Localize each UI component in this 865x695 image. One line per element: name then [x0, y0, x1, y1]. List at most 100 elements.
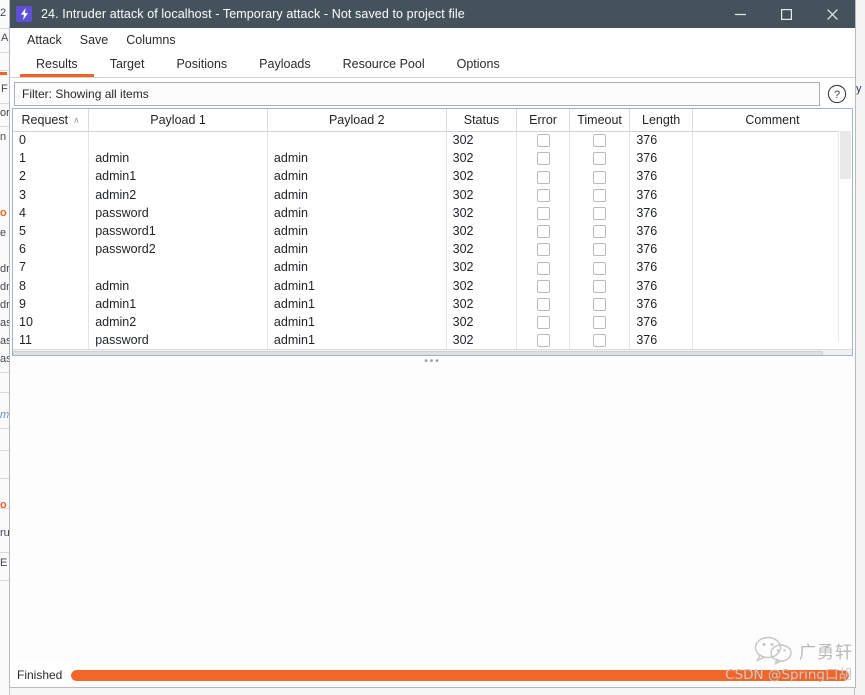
table-row[interactable]: 9 admin1 admin1 302 376: [13, 294, 852, 313]
table-row[interactable]: 11 password admin1 302 376: [13, 331, 852, 350]
error-checkbox[interactable]: [536, 243, 550, 257]
column-header-comment[interactable]: Comment: [692, 109, 852, 132]
table-row[interactable]: 4 password admin 302 376: [13, 203, 852, 222]
cell-error[interactable]: [516, 331, 570, 350]
tab-options[interactable]: Options: [441, 53, 516, 77]
table-row[interactable]: 1 admin admin 302 376: [13, 149, 852, 168]
timeout-checkbox[interactable]: [593, 134, 607, 148]
column-header-payload1[interactable]: Payload 1: [88, 109, 268, 132]
timeout-checkbox[interactable]: [593, 334, 607, 348]
cell-comment[interactable]: [692, 276, 852, 295]
tab-resource-pool[interactable]: Resource Pool: [327, 53, 441, 77]
tab-payloads[interactable]: Payloads: [243, 53, 326, 77]
cell-comment[interactable]: [692, 149, 852, 168]
timeout-checkbox[interactable]: [593, 261, 607, 275]
timeout-checkbox[interactable]: [593, 297, 607, 311]
timeout-checkbox[interactable]: [593, 316, 607, 330]
error-checkbox[interactable]: [536, 188, 550, 202]
timeout-checkbox[interactable]: [593, 170, 607, 184]
error-checkbox[interactable]: [536, 225, 550, 239]
title-bar[interactable]: 24. Intruder attack of localhost - Tempo…: [10, 0, 855, 28]
cell-error[interactable]: [516, 185, 570, 204]
cell-timeout[interactable]: [569, 294, 631, 313]
error-checkbox[interactable]: [536, 334, 550, 348]
cell-error[interactable]: [516, 203, 570, 222]
tab-target[interactable]: Target: [94, 53, 161, 77]
table-row[interactable]: 10 admin2 admin1 302 376: [13, 312, 852, 332]
timeout-checkbox[interactable]: [593, 225, 607, 239]
cell-timeout[interactable]: [569, 167, 631, 186]
column-header-payload2[interactable]: Payload 2: [267, 109, 447, 132]
cell-comment[interactable]: [692, 185, 852, 204]
cell-comment[interactable]: [692, 331, 852, 350]
column-header-status[interactable]: Status: [446, 109, 518, 132]
error-checkbox[interactable]: [536, 279, 550, 293]
scrollbar-thumb[interactable]: [840, 131, 851, 179]
menu-item-save[interactable]: Save: [71, 31, 118, 49]
table-row[interactable]: 5 password1 admin 302 376: [13, 221, 852, 241]
menu-item-attack[interactable]: Attack: [18, 31, 71, 49]
minimize-icon[interactable]: [717, 0, 763, 28]
cell-comment[interactable]: [692, 312, 852, 332]
error-checkbox[interactable]: [536, 316, 550, 330]
cell-error[interactable]: [516, 167, 570, 186]
cell-timeout[interactable]: [569, 185, 631, 204]
cell-error[interactable]: [516, 294, 570, 313]
filter-input[interactable]: Filter: Showing all items: [14, 81, 820, 106]
cell-timeout[interactable]: [569, 312, 631, 332]
cell-error[interactable]: [516, 312, 570, 332]
cell-timeout[interactable]: [569, 131, 631, 150]
cell-comment[interactable]: [692, 240, 852, 259]
table-row[interactable]: 7 admin 302 376: [13, 258, 852, 277]
table-row[interactable]: 2 admin1 admin 302 376: [13, 167, 852, 186]
cell-timeout[interactable]: [569, 258, 631, 277]
cell-error[interactable]: [516, 258, 570, 277]
table-horizontal-scrollbar[interactable]: [13, 349, 852, 355]
table-row[interactable]: 6 password2 admin 302 376: [13, 240, 852, 259]
error-checkbox[interactable]: [536, 170, 550, 184]
menu-item-columns[interactable]: Columns: [117, 31, 184, 49]
cell-timeout[interactable]: [569, 221, 631, 241]
cell-error[interactable]: [516, 149, 570, 168]
cell-comment[interactable]: [692, 167, 852, 186]
column-header-request[interactable]: Request ∧: [13, 109, 90, 132]
close-icon[interactable]: [809, 0, 855, 28]
tab-positions[interactable]: Positions: [160, 53, 243, 77]
cell-timeout[interactable]: [569, 276, 631, 295]
panel-splitter[interactable]: •••: [10, 356, 855, 367]
timeout-checkbox[interactable]: [593, 243, 607, 257]
cell-error[interactable]: [516, 221, 570, 241]
timeout-checkbox[interactable]: [593, 206, 607, 220]
question-mark-circle-icon[interactable]: ?: [826, 83, 848, 105]
tab-results[interactable]: Results: [20, 53, 94, 77]
cell-comment[interactable]: [692, 221, 852, 241]
maximize-icon[interactable]: [763, 0, 809, 28]
timeout-checkbox[interactable]: [593, 279, 607, 293]
column-header-timeout[interactable]: Timeout: [569, 109, 631, 132]
error-checkbox[interactable]: [536, 206, 550, 220]
cell-comment[interactable]: [692, 131, 852, 150]
cell-comment[interactable]: [692, 258, 852, 277]
error-checkbox[interactable]: [536, 261, 550, 275]
cell-error[interactable]: [516, 240, 570, 259]
cell-comment[interactable]: [692, 294, 852, 313]
cell-timeout[interactable]: [569, 240, 631, 259]
error-checkbox[interactable]: [536, 297, 550, 311]
cell-error[interactable]: [516, 131, 570, 150]
table-vertical-scrollbar[interactable]: [838, 131, 852, 342]
cell-timeout[interactable]: [569, 149, 631, 168]
scrollbar-thumb[interactable]: [13, 351, 823, 355]
timeout-checkbox[interactable]: [593, 152, 607, 166]
error-checkbox[interactable]: [536, 152, 550, 166]
table-row[interactable]: 0 302 376: [13, 131, 852, 150]
error-checkbox[interactable]: [536, 134, 550, 148]
column-header-error[interactable]: Error: [516, 109, 570, 132]
cell-timeout[interactable]: [569, 203, 631, 222]
cell-timeout[interactable]: [569, 331, 631, 350]
table-row[interactable]: 3 admin2 admin 302 376: [13, 185, 852, 204]
timeout-checkbox[interactable]: [593, 188, 607, 202]
column-header-length[interactable]: Length: [629, 109, 693, 132]
cell-error[interactable]: [516, 276, 570, 295]
table-row[interactable]: 8 admin admin1 302 376: [13, 276, 852, 295]
cell-comment[interactable]: [692, 203, 852, 222]
